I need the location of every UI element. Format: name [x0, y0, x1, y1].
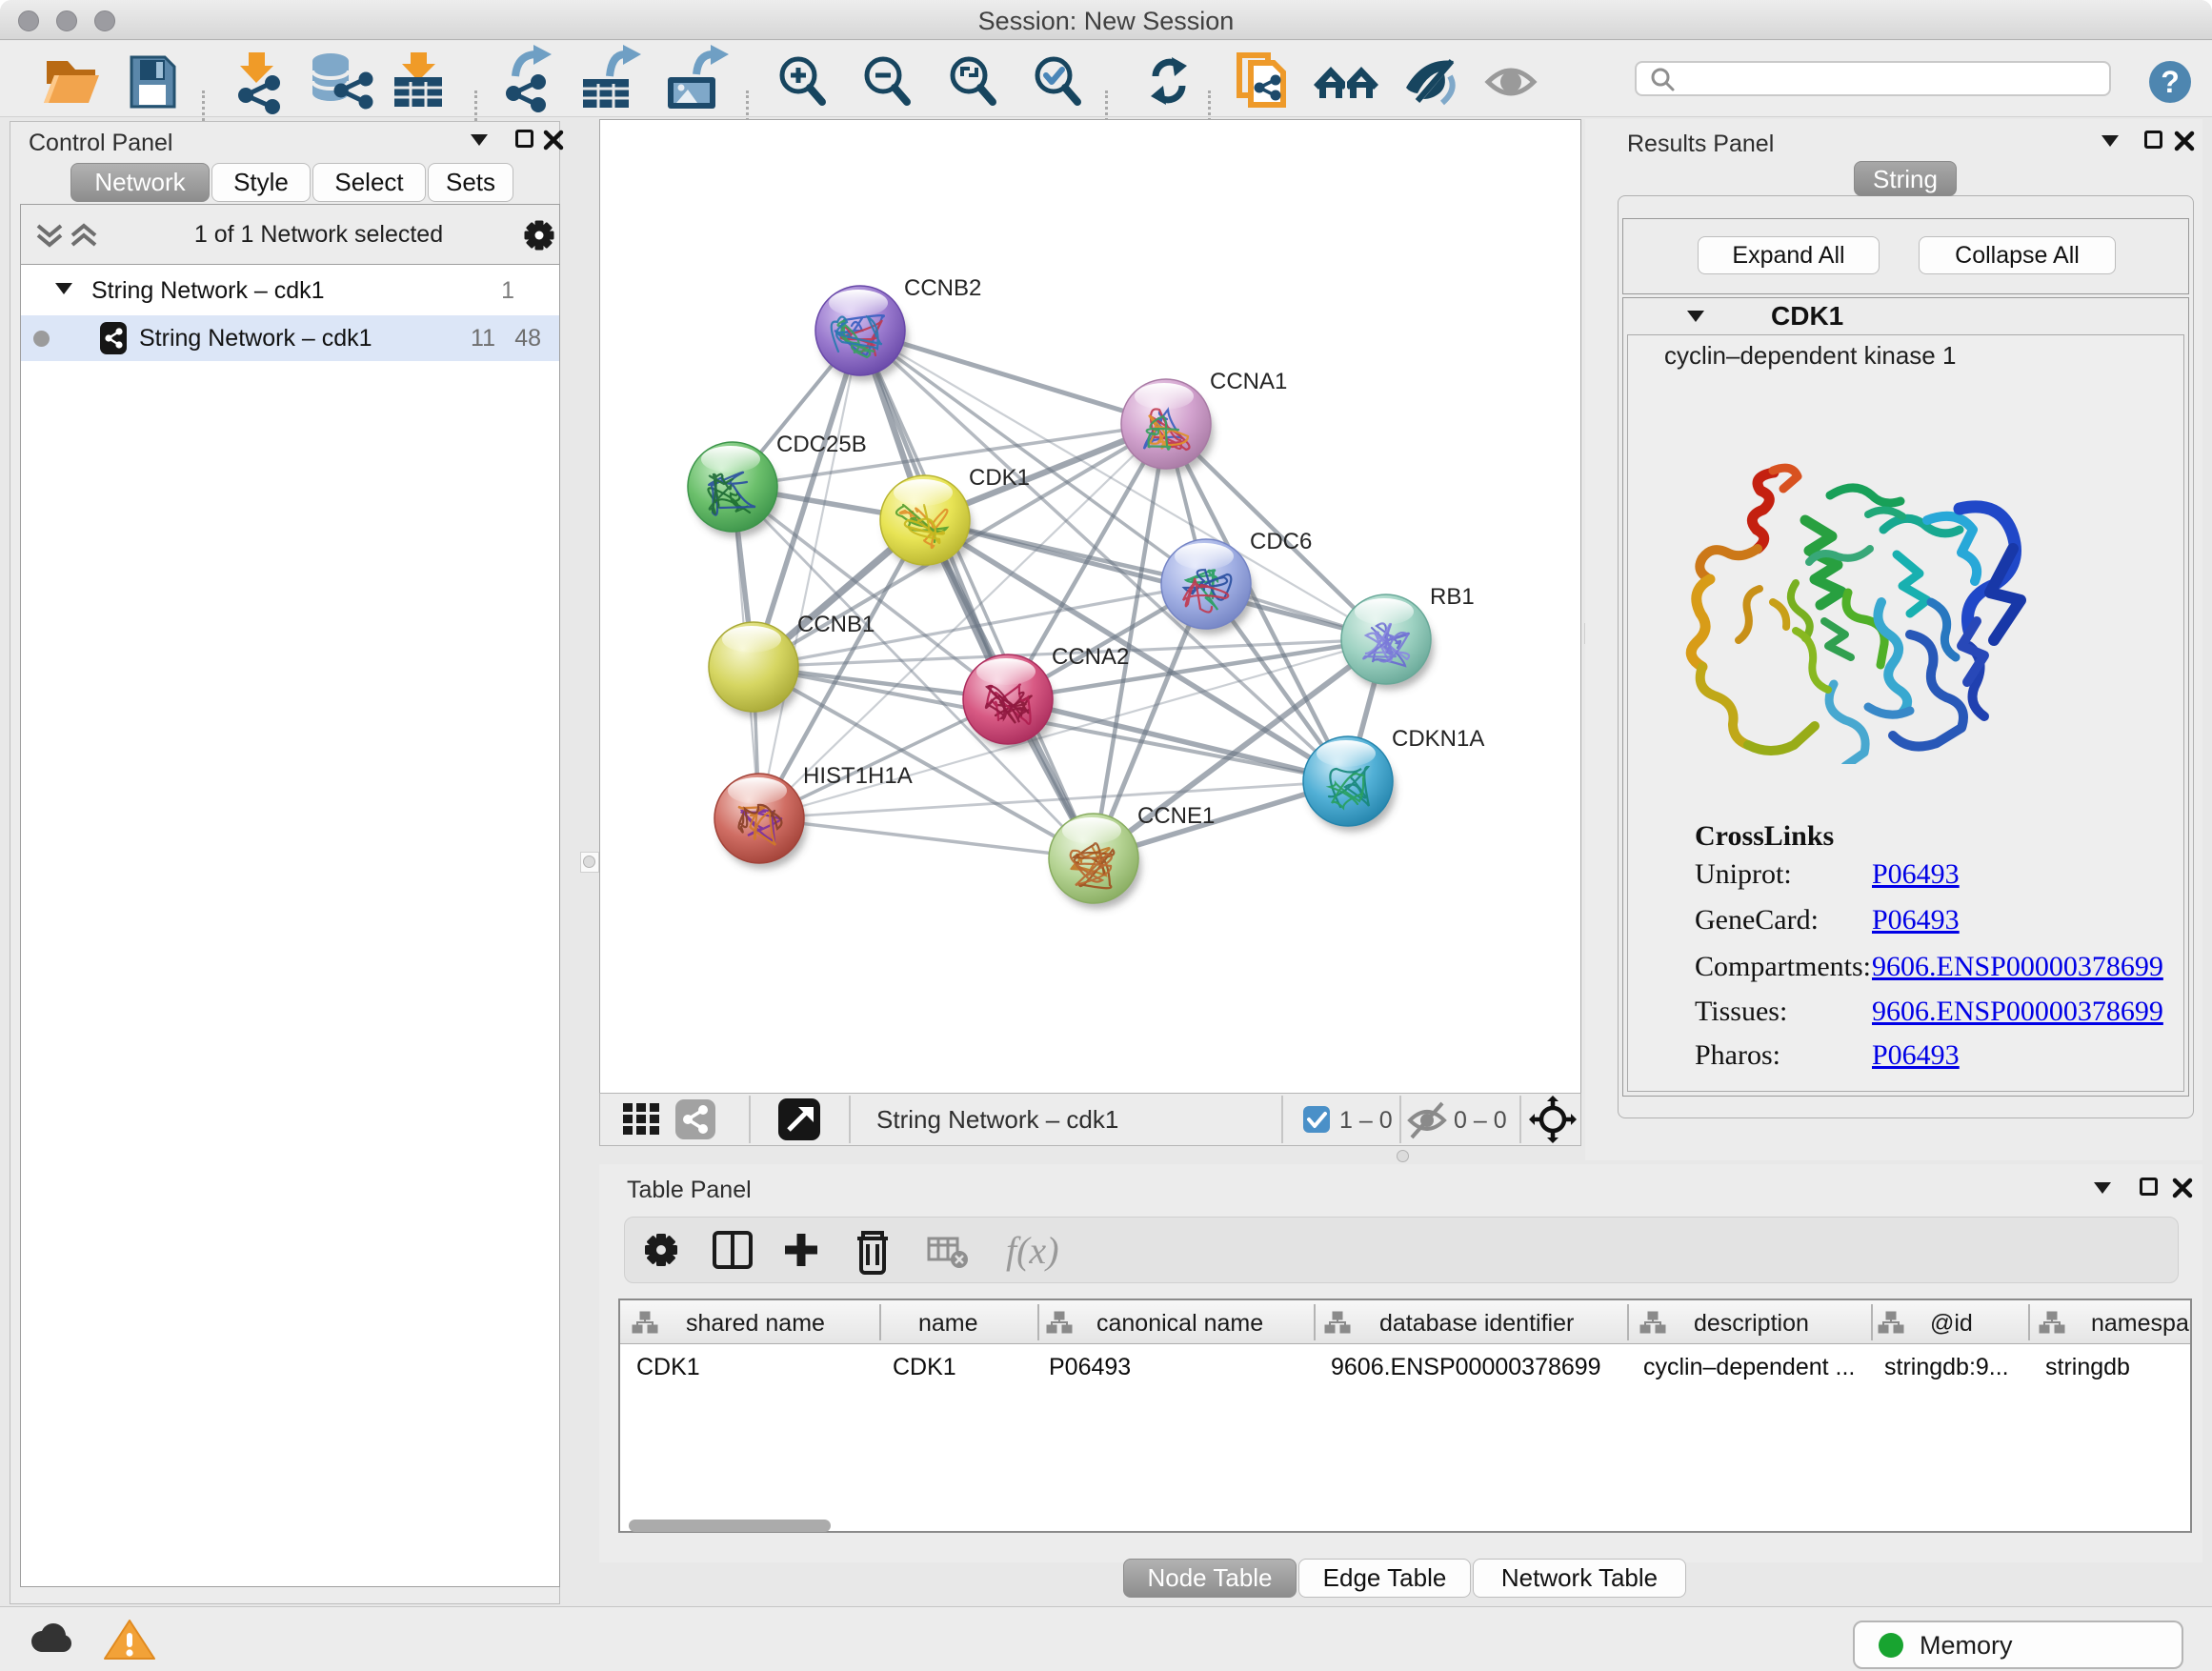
svg-text:HIST1H1A: HIST1H1A	[803, 763, 913, 789]
svg-text:String Network – cdk1: String Network – cdk1	[876, 1105, 1118, 1134]
svg-text:description: description	[1694, 1310, 1809, 1337]
svg-text:CCNA2: CCNA2	[1052, 644, 1129, 670]
svg-text:CDKN1A: CDKN1A	[1392, 726, 1484, 752]
svg-text:?: ?	[2161, 65, 2180, 99]
svg-text:@id: @id	[1930, 1310, 1973, 1337]
svg-text:CCNA1: CCNA1	[1210, 369, 1287, 394]
svg-text:CCNB1: CCNB1	[797, 612, 875, 637]
svg-text:name: name	[918, 1310, 978, 1337]
svg-text:f(x): f(x)	[1006, 1229, 1059, 1272]
svg-text:database identifier: database identifier	[1379, 1310, 1574, 1337]
svg-text:CDC25B: CDC25B	[776, 432, 867, 457]
svg-text:0 – 0: 0 – 0	[1454, 1107, 1507, 1134]
svg-text:CCNE1: CCNE1	[1137, 803, 1215, 829]
svg-text:RB1: RB1	[1430, 584, 1475, 610]
svg-text:shared name: shared name	[686, 1310, 825, 1337]
svg-text:1 – 0: 1 – 0	[1339, 1107, 1393, 1134]
svg-text:CDC6: CDC6	[1250, 529, 1312, 554]
svg-text:namespace: namespace	[2091, 1310, 2190, 1337]
svg-text:CDK1: CDK1	[969, 465, 1030, 491]
svg-text:canonical name: canonical name	[1096, 1310, 1263, 1337]
svg-text:CCNB2: CCNB2	[904, 275, 981, 301]
